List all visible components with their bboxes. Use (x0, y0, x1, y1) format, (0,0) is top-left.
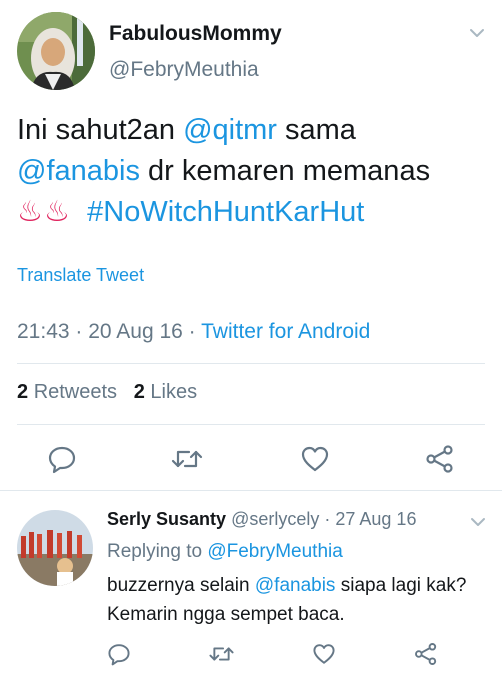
hotspring-emoji: ♨♨ (17, 196, 71, 228)
tweet-date: 20 Aug 16 (88, 320, 183, 343)
tweet-stats: 2 Retweets 2 Likes (17, 381, 197, 404)
chevron-down-icon[interactable] (466, 22, 488, 44)
tweet-source-link[interactable]: Twitter for Android (201, 320, 370, 343)
reply-icon (108, 644, 130, 666)
tweet-text: Ini sahut2an @qitmr sama @fanabis dr kem… (17, 110, 487, 233)
tweet-metadata: 21:43 · 20 Aug 16 · Twitter for Android (17, 320, 371, 343)
reply-icon (48, 446, 76, 474)
likes-label: Likes (150, 381, 198, 403)
reply-action-bar (0, 640, 502, 670)
tweet-text-part: sama (276, 114, 356, 146)
reply-like-button[interactable] (312, 642, 336, 671)
tweet-action-bar (0, 442, 502, 476)
replying-to: Replying to @FebryMeuthia (107, 541, 343, 563)
reply-author-handle[interactable]: @serlycely (231, 509, 319, 529)
reply-author-name[interactable]: Serly Susanty (107, 509, 226, 529)
retweets-stat[interactable]: 2 Retweets (17, 381, 117, 403)
share-button[interactable] (425, 444, 455, 479)
tweet-text-part: dr kemaren memanas (139, 155, 431, 187)
share-icon (426, 445, 453, 473)
retweets-label: Retweets (33, 381, 118, 403)
likes-stat[interactable]: 2 Likes (134, 381, 197, 403)
reply-retweet-button[interactable] (208, 642, 235, 671)
reply-text: buzzernya selain @fanabis siapa lagi kak… (107, 571, 487, 629)
heart-icon (313, 644, 335, 664)
author-avatar[interactable] (17, 12, 95, 90)
replying-to-link[interactable]: @FebryMeuthia (207, 541, 342, 562)
mention-link[interactable]: @qitmr (183, 114, 277, 146)
retweet-icon (209, 647, 234, 661)
reply-date[interactable]: 27 Aug 16 (335, 509, 416, 529)
hashtag-link[interactable]: #NoWitchHuntKarHut (87, 196, 364, 228)
mention-link[interactable]: @fanabis (255, 575, 336, 596)
author-name[interactable]: FabulousMommy (109, 22, 282, 46)
mention-link[interactable]: @fanabis (17, 155, 140, 187)
heart-icon (301, 446, 329, 472)
retweets-count: 2 (17, 381, 29, 403)
reply-author-avatar[interactable] (17, 510, 93, 586)
like-button[interactable] (300, 444, 330, 479)
divider (17, 424, 485, 425)
tweet-text-part: Ini sahut2an (17, 114, 184, 146)
retweet-icon (171, 450, 203, 468)
reply-button[interactable] (47, 444, 77, 479)
retweet-button[interactable] (170, 444, 204, 479)
chevron-down-icon[interactable] (468, 512, 488, 532)
translate-tweet-link[interactable]: Translate Tweet (17, 265, 144, 286)
replying-prefix: Replying to (107, 541, 203, 562)
likes-count: 2 (133, 381, 145, 403)
separator: · (319, 509, 336, 529)
divider (17, 363, 485, 364)
reply-share-button[interactable] (414, 642, 438, 671)
author-handle[interactable]: @FebryMeuthia (109, 58, 259, 82)
section-divider (0, 490, 502, 500)
reply-text-part: buzzernya selain (107, 575, 255, 596)
share-icon (415, 643, 437, 665)
tweet-time: 21:43 (17, 320, 70, 343)
reply-reply-button[interactable] (107, 642, 131, 671)
reply-header: Serly Susanty @serlycely · 27 Aug 16 (107, 509, 416, 530)
